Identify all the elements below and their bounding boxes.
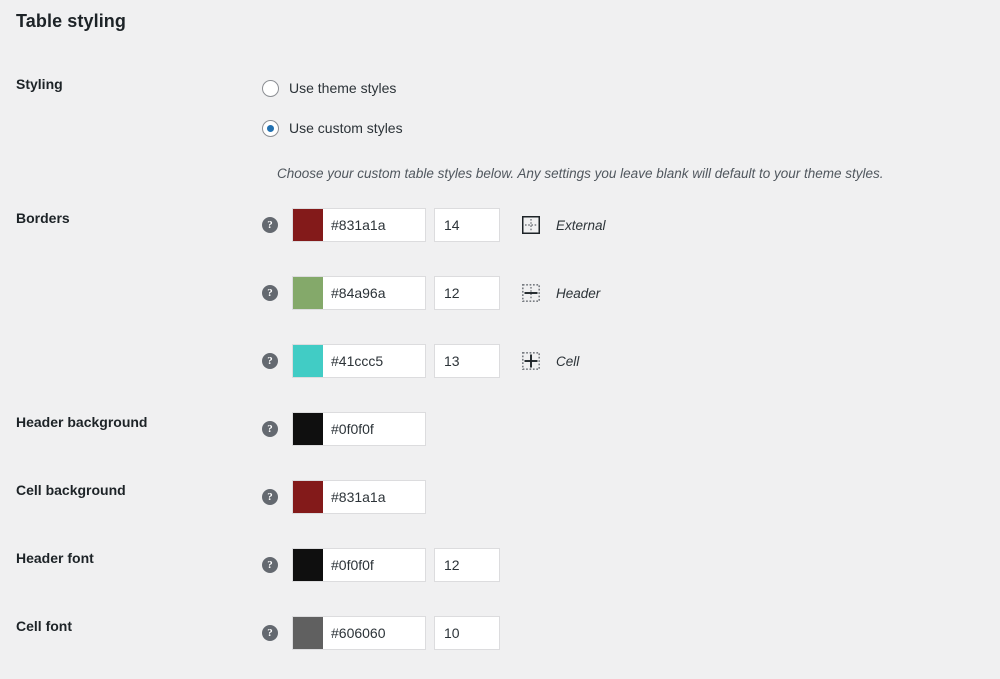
cell-font-color-swatch[interactable] (293, 617, 323, 649)
cell-font-fields: ? (262, 616, 1000, 650)
help-icon[interactable]: ? (262, 489, 278, 505)
border-cell-color-swatch[interactable] (293, 345, 323, 377)
border-external-width-input[interactable] (434, 208, 500, 242)
header-background-row: Header background ? (0, 412, 1000, 446)
styling-row: Styling Use theme styles Use custom styl… (0, 74, 1000, 142)
header-background-fields: ? (262, 412, 1000, 446)
border-cell-color-picker[interactable] (292, 344, 426, 378)
radio-custom-styles-input[interactable] (262, 119, 279, 137)
border-cell-type-label: Cell (556, 353, 580, 369)
radio-option-use-custom-styles[interactable]: Use custom styles (262, 114, 1000, 142)
header-background-label: Header background (16, 414, 148, 430)
borders-label: Borders (16, 210, 70, 226)
borders-header-fields: ? Header (262, 276, 1000, 310)
styling-options: Use theme styles Use custom styles (262, 74, 1000, 142)
radio-option-use-theme-styles[interactable]: Use theme styles (262, 74, 1000, 102)
borders-row-external: Borders ? External (0, 208, 1000, 242)
border-cell-icon (522, 352, 540, 370)
radio-theme-styles-input[interactable] (262, 79, 279, 97)
border-header-width-input[interactable] (434, 276, 500, 310)
cell-font-color-picker[interactable] (292, 616, 426, 650)
header-background-color-picker[interactable] (292, 412, 426, 446)
header-background-color-input[interactable] (323, 413, 425, 445)
cell-background-color-input[interactable] (323, 481, 425, 513)
border-header-color-input[interactable] (323, 277, 425, 309)
table-styling-panel: Table styling Styling Use theme styles U… (0, 0, 1000, 679)
border-external-icon (522, 216, 540, 234)
header-font-color-picker[interactable] (292, 548, 426, 582)
header-background-color-swatch[interactable] (293, 413, 323, 445)
styling-label: Styling (16, 76, 63, 92)
cell-background-row: Cell background ? (0, 480, 1000, 514)
border-external-type-label: External (556, 217, 606, 233)
help-icon[interactable]: ? (262, 353, 278, 369)
help-icon[interactable]: ? (262, 285, 278, 301)
cell-background-label: Cell background (16, 482, 126, 498)
help-icon[interactable]: ? (262, 421, 278, 437)
header-font-label: Header font (16, 550, 94, 566)
border-cell-width-input[interactable] (434, 344, 500, 378)
radio-custom-styles-label: Use custom styles (289, 119, 403, 136)
header-font-color-swatch[interactable] (293, 549, 323, 581)
cell-background-color-picker[interactable] (292, 480, 426, 514)
cell-background-color-swatch[interactable] (293, 481, 323, 513)
radio-theme-styles-label: Use theme styles (289, 79, 397, 96)
border-header-type-label: Header (556, 285, 601, 301)
cell-font-label: Cell font (16, 618, 72, 634)
border-external-color-swatch[interactable] (293, 209, 323, 241)
page-title: Table styling (16, 11, 126, 31)
border-header-color-picker[interactable] (292, 276, 426, 310)
header-font-fields: ? (262, 548, 1000, 582)
styling-description: Choose your custom table styles below. A… (277, 166, 884, 181)
help-icon[interactable]: ? (262, 625, 278, 641)
border-header-color-swatch[interactable] (293, 277, 323, 309)
cell-font-color-input[interactable] (323, 617, 425, 649)
header-font-color-input[interactable] (323, 549, 425, 581)
border-external-color-picker[interactable] (292, 208, 426, 242)
borders-row-cell: ? Cell (0, 344, 1000, 378)
help-icon[interactable]: ? (262, 217, 278, 233)
header-font-row: Header font ? (0, 548, 1000, 582)
border-cell-color-input[interactable] (323, 345, 425, 377)
borders-cell-fields: ? Cell (262, 344, 1000, 378)
cell-background-fields: ? (262, 480, 1000, 514)
borders-row-header: ? Header (0, 276, 1000, 310)
help-icon[interactable]: ? (262, 557, 278, 573)
border-external-color-input[interactable] (323, 209, 425, 241)
border-header-icon (522, 284, 540, 302)
cell-font-row: Cell font ? (0, 616, 1000, 650)
header-font-size-input[interactable] (434, 548, 500, 582)
cell-font-size-input[interactable] (434, 616, 500, 650)
borders-external-fields: ? External (262, 208, 1000, 242)
